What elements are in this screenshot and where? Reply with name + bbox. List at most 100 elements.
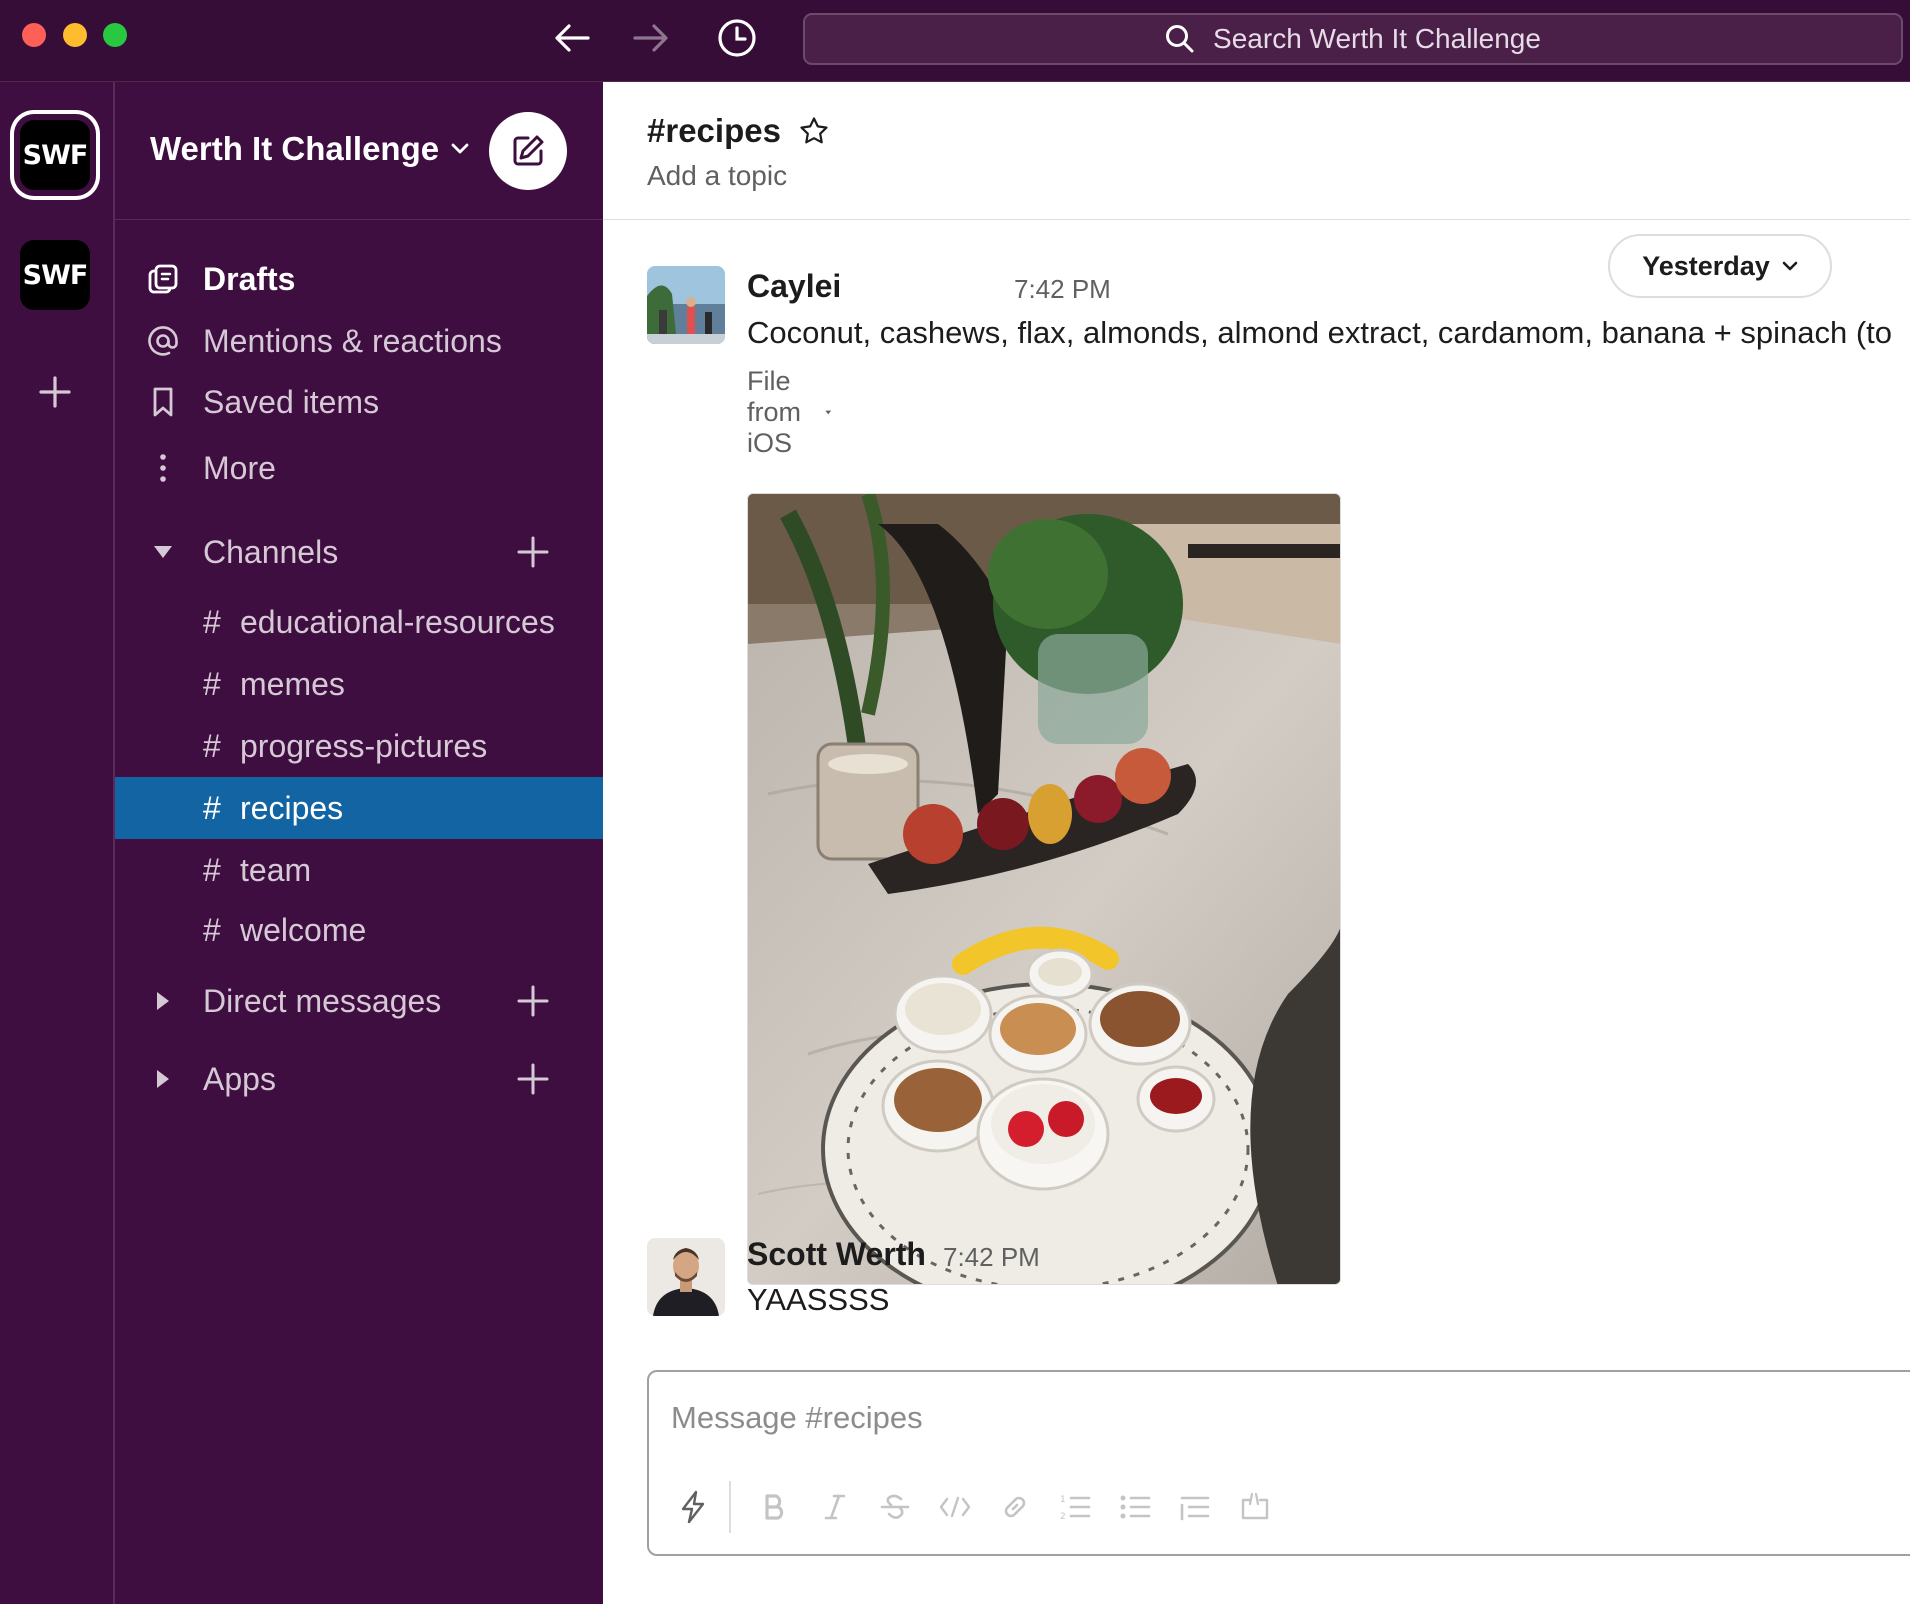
- sidebar-item-drafts[interactable]: Drafts: [115, 249, 603, 309]
- workspace-switcher[interactable]: SWF: [20, 240, 90, 310]
- chevron-down-icon: [1782, 261, 1798, 270]
- caret-down-icon: [145, 534, 181, 570]
- channel-header: #recipes Add a topic: [603, 82, 1910, 220]
- channel-name: memes: [240, 665, 345, 702]
- compose-icon: [513, 135, 544, 166]
- bulleted-list-icon[interactable]: [1105, 1482, 1165, 1532]
- channel-name: welcome: [240, 911, 367, 948]
- sidebar-item-label: Saved items: [203, 383, 380, 420]
- back-arrow-icon[interactable]: [550, 16, 594, 60]
- date-divider-label: Yesterday: [1642, 250, 1770, 281]
- direct-messages-section-header[interactable]: Direct messages: [115, 971, 603, 1031]
- section-label: Channels: [203, 533, 339, 570]
- blockquote-icon[interactable]: [1165, 1482, 1225, 1532]
- toolbar-divider: [729, 1481, 731, 1533]
- add-direct-message-icon[interactable]: [515, 983, 551, 1019]
- attached-photo[interactable]: [747, 493, 1341, 1285]
- file-label-menu[interactable]: File from iOS: [747, 366, 831, 459]
- italic-icon[interactable]: [805, 1482, 865, 1532]
- workspace-name: Werth It Challenge: [150, 130, 440, 167]
- sidebar-item-memes[interactable]: # memes: [115, 653, 603, 715]
- channel-hash-icon: #: [203, 789, 221, 826]
- sidebar-item-label: Drafts: [203, 260, 296, 297]
- search-placeholder: Search Werth It Challenge: [1213, 23, 1541, 54]
- message-text: Coconut, cashews, flax, almonds, almond …: [747, 315, 1893, 350]
- maximize-window-button[interactable]: [103, 23, 127, 47]
- message-composer[interactable]: Message #recipes 12: [647, 1370, 1910, 1556]
- workspace-switcher-active[interactable]: SWF: [20, 120, 90, 190]
- sidebar-item-team[interactable]: # team: [115, 839, 603, 901]
- chevron-down-icon: [451, 143, 469, 154]
- message-timestamp[interactable]: 7:42 PM: [943, 1242, 1040, 1273]
- star-icon[interactable]: [799, 116, 829, 146]
- svg-text:2: 2: [1060, 1512, 1066, 1521]
- add-app-icon[interactable]: [515, 1061, 551, 1097]
- compose-button[interactable]: [489, 112, 567, 190]
- channel-name: recipes: [240, 789, 344, 826]
- svg-text:1: 1: [1060, 1495, 1066, 1505]
- code-icon[interactable]: [925, 1482, 985, 1532]
- channel-hash-icon: #: [203, 665, 221, 702]
- channel-title-button[interactable]: #recipes: [647, 112, 829, 150]
- sidebar-item-mentions[interactable]: Mentions & reactions: [115, 311, 603, 371]
- at-icon: [145, 323, 181, 359]
- add-workspace-button[interactable]: [30, 367, 80, 417]
- sidebar-item-more[interactable]: More: [115, 438, 603, 498]
- close-window-button[interactable]: [22, 23, 46, 47]
- message-timestamp[interactable]: 7:42 PM: [1014, 274, 1111, 305]
- sidebar-item-recipes[interactable]: # recipes: [115, 777, 603, 839]
- channel-hash-icon: #: [203, 911, 221, 948]
- formatting-toolbar: 12: [663, 1481, 1285, 1533]
- channel-hash-icon: #: [203, 851, 221, 888]
- channel-hash-icon: #: [203, 603, 221, 640]
- caret-right-icon: [145, 983, 181, 1019]
- search-input[interactable]: Search Werth It Challenge: [803, 13, 1903, 65]
- caret-down-icon: [824, 410, 831, 415]
- minimize-window-button[interactable]: [63, 23, 87, 47]
- numbered-list-icon[interactable]: 12: [1045, 1482, 1105, 1532]
- avatar[interactable]: [647, 266, 725, 344]
- swf-logo: SWF: [22, 139, 89, 171]
- channel-name: progress-pictures: [240, 727, 488, 764]
- caret-right-icon: [145, 1061, 181, 1097]
- swf-logo: SWF: [22, 259, 89, 291]
- channel-sidebar: Werth It Challenge Drafts Mentions & rea…: [115, 82, 603, 1604]
- sidebar-item-label: Mentions & reactions: [203, 322, 502, 359]
- message-text: YAASSSS: [747, 1282, 890, 1317]
- strikethrough-icon[interactable]: [865, 1482, 925, 1532]
- workspace-name-menu[interactable]: Werth It Challenge: [150, 130, 469, 168]
- channel-topic[interactable]: Add a topic: [647, 160, 787, 192]
- channels-section-header[interactable]: Channels: [115, 522, 603, 582]
- bold-icon[interactable]: [745, 1482, 805, 1532]
- sidebar-item-welcome[interactable]: # welcome: [115, 899, 603, 961]
- section-label: Apps: [203, 1060, 276, 1097]
- message-sender[interactable]: Caylei: [747, 268, 841, 305]
- history-clock-icon[interactable]: [715, 16, 759, 60]
- message-input[interactable]: Message #recipes: [671, 1400, 923, 1436]
- search-icon: [1166, 25, 1194, 53]
- file-label: File from iOS: [747, 366, 801, 458]
- channel-view: #recipes Add a topic Caylei 7:42 PM Coco…: [603, 82, 1910, 1604]
- add-channel-icon[interactable]: [515, 534, 551, 570]
- apps-section-header[interactable]: Apps: [115, 1049, 603, 1109]
- drafts-icon: [145, 261, 181, 297]
- bookmark-icon: [145, 384, 181, 420]
- channel-name: educational-resources: [240, 603, 555, 640]
- sidebar-item-progress-pictures[interactable]: # progress-pictures: [115, 715, 603, 777]
- sidebar-item-label: More: [203, 449, 276, 486]
- link-icon[interactable]: [985, 1482, 1045, 1532]
- date-divider-button[interactable]: Yesterday: [1608, 234, 1832, 298]
- shortcuts-lightning-icon[interactable]: [663, 1482, 723, 1532]
- section-label: Direct messages: [203, 982, 442, 1019]
- more-vertical-icon: [145, 450, 181, 486]
- plus-icon: [39, 376, 71, 408]
- channel-name: team: [240, 851, 312, 888]
- sidebar-item-educational-resources[interactable]: # educational-resources: [115, 591, 603, 653]
- avatar[interactable]: [647, 1238, 725, 1316]
- sidebar-item-saved[interactable]: Saved items: [115, 372, 603, 432]
- message-sender[interactable]: Scott Werth: [747, 1236, 926, 1273]
- forward-arrow-icon[interactable]: [629, 16, 673, 60]
- code-block-icon[interactable]: [1225, 1482, 1285, 1532]
- workspace-rail: SWF SWF: [0, 82, 115, 1604]
- channel-title: #recipes: [647, 112, 781, 149]
